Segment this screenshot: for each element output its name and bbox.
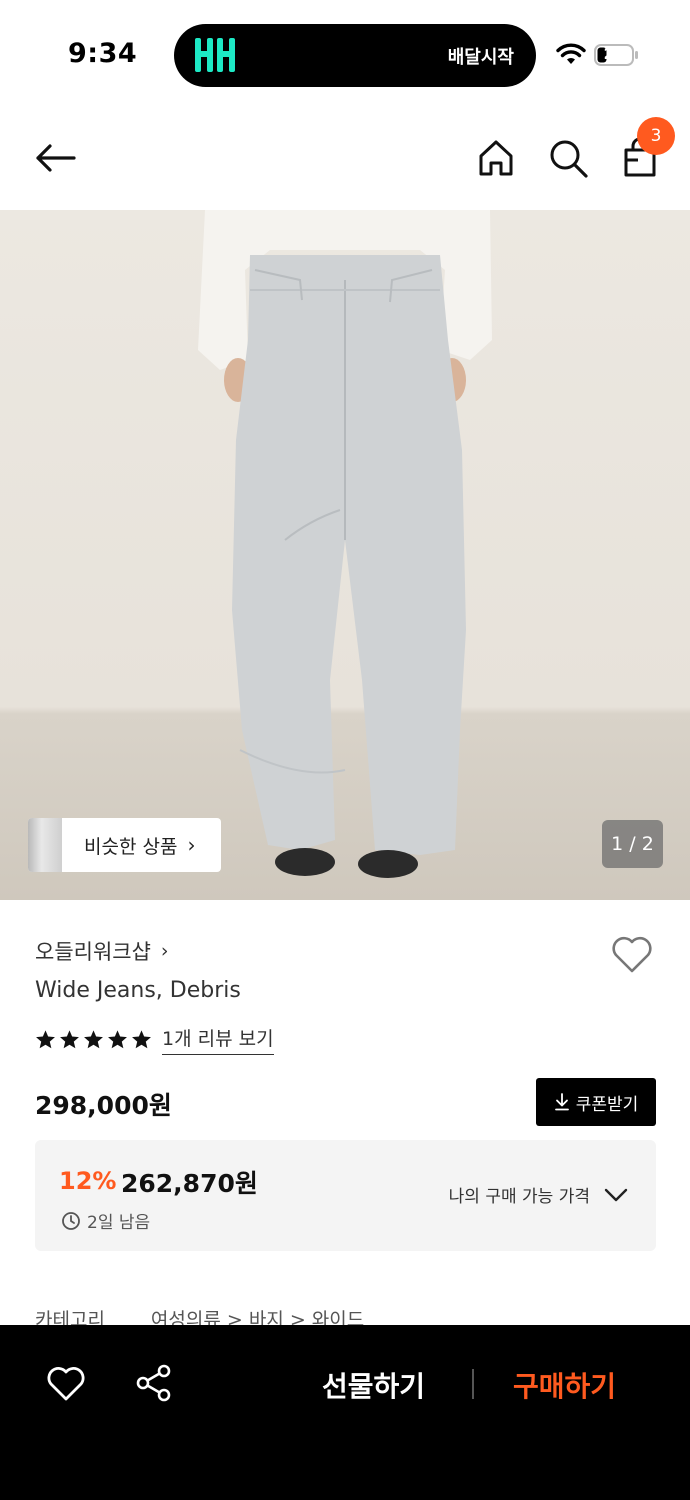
status-time: 9:34 [68,38,138,69]
product-image-gallery[interactable] [0,210,690,900]
image-page-indicator: 1 / 2 [602,820,663,868]
arrow-left-icon [36,144,76,172]
star-rating [35,1029,152,1050]
coupon-download-button[interactable]: 쿠폰받기 [536,1078,656,1126]
discount-price-box[interactable]: 12% 262,870원 2일 남음 나의 구매 가능 가격 [35,1140,656,1251]
battery-indicator: 21 [594,44,640,66]
divider [472,1369,474,1399]
product-name: Wide Jeans, Debris [35,978,241,1003]
heart-icon[interactable] [610,933,654,975]
chevron-right-icon: › [187,833,196,857]
home-icon[interactable] [474,136,518,180]
remaining-time-text: 2일 남음 [87,1213,151,1233]
brand-name: 오들리워크샵 [35,940,151,964]
similar-products-button[interactable]: 비슷한 상품 › [28,818,221,872]
discount-rate: 12% [59,1167,117,1195]
bottom-action-bar: 선물하기 구매하기 [0,1325,690,1500]
app-header [0,110,690,210]
island-status-text: 배달시작 [447,47,514,68]
search-icon[interactable] [546,136,590,180]
star-icon [60,1030,79,1049]
coupon-label: 쿠폰받기 [575,1094,639,1115]
star-icon [108,1030,127,1049]
buy-button[interactable]: 구매하기 [513,1365,616,1405]
remaining-time: 2일 남음 [61,1208,150,1233]
brand-link[interactable]: 오들리워크샵 › [35,936,169,966]
similar-products-label: 비슷한 상품 [84,835,178,858]
my-price-label: 나의 구매 가능 가격 [448,1187,590,1207]
product-photo [198,210,492,878]
original-price: 298,000원 [35,1091,172,1120]
cart-count-badge: 3 [637,117,675,155]
star-icon [84,1030,103,1049]
similar-product-thumbnail [28,818,62,872]
share-icon[interactable] [134,1363,174,1403]
dynamic-island[interactable]: 배달시작 [174,24,536,87]
status-bar: 9:34 배달시작 21 [0,0,690,110]
chevron-down-icon [604,1188,628,1201]
wifi-icon [556,43,586,64]
heart-icon[interactable] [46,1365,86,1403]
back-button[interactable] [30,138,80,178]
rating-row: 1개 리뷰 보기 [35,1024,274,1055]
review-link[interactable]: 1개 리뷰 보기 [162,1024,274,1055]
gift-button[interactable]: 선물하기 [322,1365,425,1405]
baemin-logo-icon [195,38,235,72]
star-icon [36,1030,55,1049]
star-icon [132,1030,151,1049]
clock-icon [62,1211,80,1230]
discount-price: 262,870원 [121,1169,258,1198]
chevron-right-icon: › [160,940,169,962]
battery-level: 21 [603,45,625,63]
my-price-toggle[interactable]: 나의 구매 가능 가격 [449,1182,628,1207]
download-icon [554,1093,569,1111]
